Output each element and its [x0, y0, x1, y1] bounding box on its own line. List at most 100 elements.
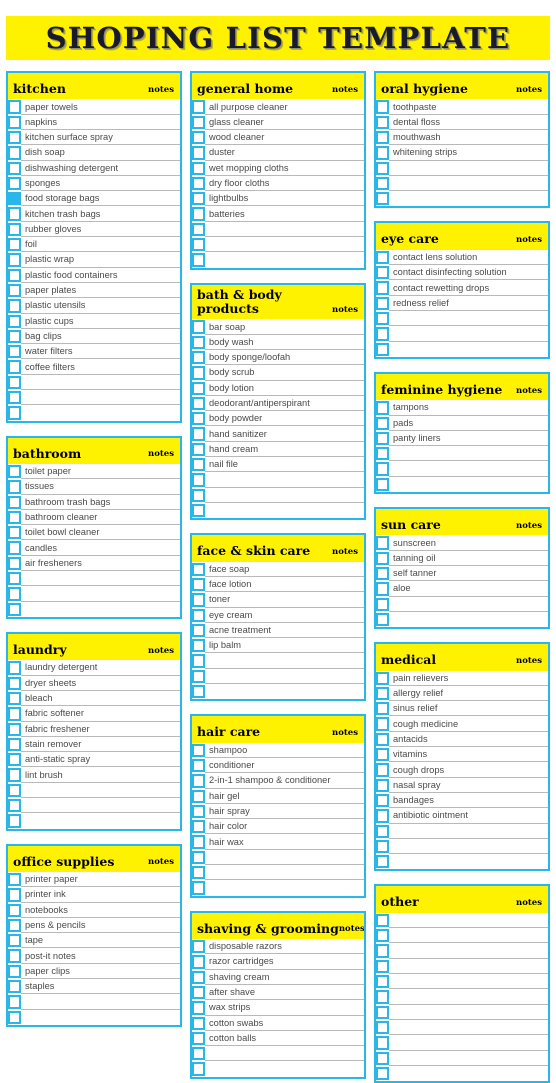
list-item-label[interactable]: paper plates — [21, 283, 180, 299]
list-item-label[interactable]: paper clips — [21, 964, 180, 980]
list-item-label[interactable] — [205, 237, 364, 253]
list-item-label[interactable] — [205, 488, 364, 503]
checkbox-icon[interactable] — [192, 970, 205, 984]
checkbox-icon[interactable] — [192, 669, 205, 683]
checkbox-icon[interactable] — [376, 839, 389, 854]
list-item-label[interactable]: stain remover — [21, 737, 180, 753]
list-item-label[interactable]: tampons — [389, 400, 548, 416]
checkbox-icon[interactable] — [376, 401, 389, 415]
list-item-label[interactable]: body powder — [205, 411, 364, 427]
list-item-label[interactable] — [389, 989, 548, 1005]
list-item-label[interactable]: air fresheners — [21, 556, 180, 572]
checkbox-icon[interactable] — [376, 100, 389, 114]
list-item-label[interactable]: lint brush — [21, 767, 180, 783]
checkbox-icon[interactable] — [8, 253, 21, 267]
checkbox-icon[interactable] — [376, 778, 389, 792]
list-item-label[interactable]: laundry detergent — [21, 660, 180, 676]
list-item-label[interactable] — [21, 798, 180, 814]
checkbox-icon[interactable] — [8, 238, 21, 252]
checkbox-icon[interactable] — [192, 774, 205, 788]
list-item-label[interactable]: 2-in-1 shampoo & conditioner — [205, 773, 364, 789]
checkbox-icon[interactable] — [376, 250, 389, 265]
checkbox-icon[interactable] — [192, 458, 205, 472]
list-item-label[interactable]: sunscreen — [389, 535, 548, 551]
checkbox-icon[interactable] — [192, 320, 205, 334]
list-item-label[interactable]: bar soap — [205, 319, 364, 335]
list-item-label[interactable]: dry floor cloths — [205, 176, 364, 192]
checkbox-icon[interactable] — [376, 824, 389, 838]
list-item-label[interactable] — [205, 880, 364, 895]
list-item-label[interactable]: sponges — [21, 176, 180, 192]
checkbox-icon[interactable] — [192, 396, 205, 411]
checkbox-icon[interactable] — [192, 473, 205, 487]
checkbox-icon[interactable] — [192, 161, 205, 175]
list-item-label[interactable] — [205, 472, 364, 488]
checkbox-icon[interactable] — [8, 192, 21, 206]
list-item-label[interactable]: plastic cups — [21, 314, 180, 329]
checkbox-icon[interactable] — [8, 375, 21, 390]
checkbox-icon[interactable] — [8, 768, 21, 782]
list-item-label[interactable]: after shave — [205, 985, 364, 1001]
list-item-label[interactable]: panty liners — [389, 431, 548, 447]
checkbox-icon[interactable] — [8, 964, 21, 979]
checkbox-icon[interactable] — [192, 253, 205, 267]
list-item-label[interactable]: dental floss — [389, 115, 548, 130]
list-item-label[interactable] — [389, 446, 548, 462]
list-item-label[interactable]: hand cream — [205, 442, 364, 458]
list-item-label[interactable] — [21, 586, 180, 602]
checkbox-icon[interactable] — [192, 1001, 205, 1015]
checkbox-icon[interactable] — [8, 676, 21, 690]
checkbox-icon[interactable] — [376, 130, 389, 145]
list-item-label[interactable]: redness relief — [389, 296, 548, 312]
checkbox-icon[interactable] — [192, 207, 205, 221]
list-item-label[interactable] — [389, 943, 548, 959]
list-item-label[interactable]: paper towels — [21, 99, 180, 115]
checkbox-icon[interactable] — [192, 940, 205, 954]
list-item-label[interactable]: dish soap — [21, 145, 180, 161]
list-item-label[interactable]: hair spray — [205, 804, 364, 820]
checkbox-icon[interactable] — [8, 406, 21, 420]
checkbox-icon[interactable] — [192, 577, 205, 592]
checkbox-icon[interactable] — [376, 115, 389, 129]
list-item-label[interactable] — [389, 974, 548, 990]
list-item-label[interactable]: tissues — [21, 479, 180, 495]
list-item-label[interactable]: shampoo — [205, 743, 364, 758]
list-item-label[interactable] — [389, 161, 548, 176]
checkbox-icon[interactable] — [376, 809, 389, 823]
list-item-label[interactable]: contact rewetting drops — [389, 280, 548, 296]
checkbox-icon[interactable] — [376, 582, 389, 596]
list-item-label[interactable]: toner — [205, 592, 364, 608]
checkbox-icon[interactable] — [376, 702, 389, 716]
list-item-label[interactable]: bandages — [389, 793, 548, 809]
checkbox-icon[interactable] — [8, 722, 21, 736]
checkbox-icon[interactable] — [8, 207, 21, 221]
checkbox-icon[interactable] — [376, 192, 389, 206]
checkbox-icon[interactable] — [376, 748, 389, 762]
checkbox-icon[interactable] — [8, 100, 21, 114]
checkbox-icon[interactable] — [8, 161, 21, 175]
checkbox-icon[interactable] — [8, 799, 21, 813]
list-item-label[interactable]: fabric softener — [21, 706, 180, 722]
checkbox-icon[interactable] — [376, 959, 389, 974]
checkbox-icon[interactable] — [8, 464, 21, 479]
list-item-label[interactable] — [389, 1066, 548, 1081]
list-item-label[interactable]: disposable razors — [205, 939, 364, 955]
list-item-label[interactable] — [205, 865, 364, 881]
checkbox-icon[interactable] — [8, 541, 21, 555]
checkbox-icon[interactable] — [8, 572, 21, 586]
list-item-label[interactable]: foil — [21, 237, 180, 253]
list-item-label[interactable] — [389, 839, 548, 855]
list-item-label[interactable] — [389, 913, 548, 929]
checkbox-icon[interactable] — [192, 1047, 205, 1061]
checkbox-icon[interactable] — [8, 526, 21, 540]
list-item-label[interactable]: hand sanitizer — [205, 426, 364, 442]
checkbox-icon[interactable] — [376, 732, 389, 747]
list-item-label[interactable] — [389, 854, 548, 869]
checkbox-icon[interactable] — [376, 567, 389, 581]
list-item-label[interactable] — [389, 612, 548, 627]
checkbox-icon[interactable] — [8, 360, 21, 374]
checkbox-icon[interactable] — [8, 283, 21, 298]
checkbox-icon[interactable] — [8, 888, 21, 902]
list-item-label[interactable]: bleach — [21, 691, 180, 707]
list-item-label[interactable] — [21, 994, 180, 1010]
